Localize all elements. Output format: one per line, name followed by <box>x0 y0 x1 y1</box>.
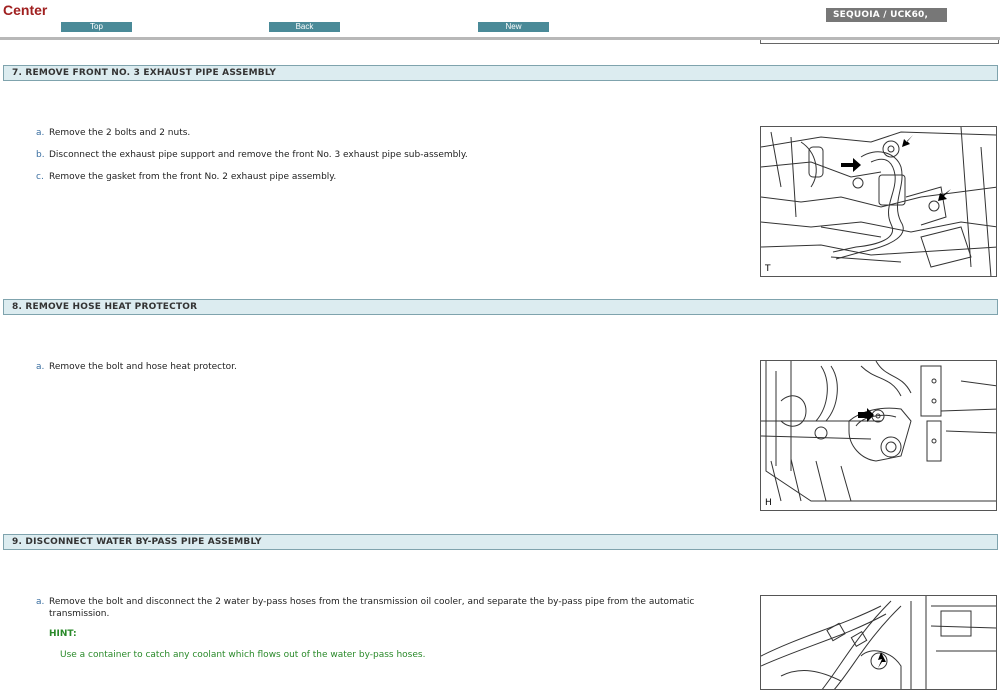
section-8-step-a: a. Remove the bolt and hose heat protecto… <box>36 361 736 373</box>
step-text: Remove the 2 bolts and 2 nuts. <box>49 128 191 138</box>
step-text: Remove the gasket from the front No. 2 e… <box>49 172 337 182</box>
figure-code: T <box>765 264 771 274</box>
section-7-step-c: c. Remove the gasket from the front No. 2… <box>36 171 736 183</box>
pointer-arrow-icon <box>841 158 861 172</box>
section-7-step-a: a. Remove the 2 bolts and 2 nuts. <box>36 127 736 139</box>
section-7-step-b: b. Disconnect the exhaust pipe support an… <box>36 149 736 161</box>
exhaust-pipe-drawing <box>761 127 996 276</box>
brand-title: Center <box>3 2 48 18</box>
step-letter: a. <box>36 362 45 372</box>
step-text: Remove the bolt and hose heat protector. <box>49 362 237 372</box>
section-9-heading: 9. DISCONNECT WATER BY-PASS PIPE ASSEMBL… <box>3 534 998 550</box>
top-header: Center Top Back New SEQUOIA / UCK60, <box>0 0 1000 37</box>
water-bypass-pipe-illustration <box>760 595 997 690</box>
exhaust-pipe-illustration: T <box>760 126 997 277</box>
new-button[interactable]: New <box>478 22 549 32</box>
pointer-arrow-icon <box>878 652 886 668</box>
hint-label: HINT: <box>49 629 77 639</box>
top-button[interactable]: Top <box>61 22 132 32</box>
hint-text: Use a container to catch any coolant whi… <box>60 650 426 660</box>
step-text: Disconnect the exhaust pipe support and … <box>49 150 468 160</box>
water-bypass-pipe-drawing <box>761 596 996 689</box>
model-badge: SEQUOIA / UCK60, <box>826 8 947 22</box>
previous-figure-edge <box>760 40 999 44</box>
figure-code: H <box>765 498 772 508</box>
section-7-heading: 7. REMOVE FRONT NO. 3 EXHAUST PIPE ASSEM… <box>3 65 998 81</box>
hose-heat-protector-illustration: H <box>760 360 997 511</box>
step-text: Remove the bolt and disconnect the 2 wat… <box>49 597 695 619</box>
back-button[interactable]: Back <box>269 22 340 32</box>
step-letter: b. <box>36 150 45 160</box>
step-letter: c. <box>36 172 44 182</box>
step-letter: a. <box>36 597 45 607</box>
section-9-step-a: a. Remove the bolt and disconnect the 2 w… <box>36 596 736 620</box>
hose-heat-protector-drawing <box>761 361 996 502</box>
section-8-heading: 8. REMOVE HOSE HEAT PROTECTOR <box>3 299 998 315</box>
step-letter: a. <box>36 128 45 138</box>
